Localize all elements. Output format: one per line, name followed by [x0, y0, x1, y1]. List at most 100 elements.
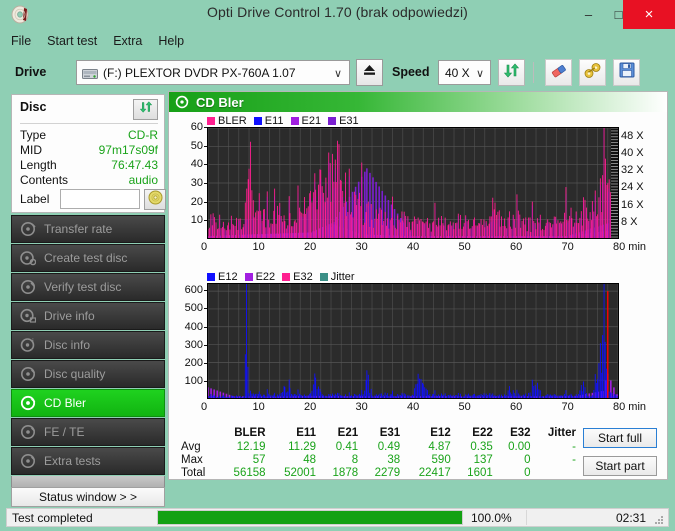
stats-corner	[179, 426, 218, 440]
stats-cell: -	[572, 453, 576, 466]
resize-grip[interactable]	[653, 512, 664, 524]
x-tick-label: 20	[304, 241, 317, 253]
progress-bar	[157, 510, 463, 525]
sidebar-item-cd-bler[interactable]: CD Bler	[11, 389, 165, 417]
stats-col-e11: E11	[296, 426, 317, 439]
y-tick-mark	[204, 290, 207, 292]
disc-panel-title: Disc	[20, 100, 47, 114]
y-tick-mark	[204, 201, 207, 203]
stats-row-max: Max 57 48 8 38 590 137 0 -	[179, 453, 579, 466]
stats-cell: 137	[473, 453, 493, 466]
disc-bler-icon	[175, 95, 189, 109]
sidebar-label: FE / TE	[44, 425, 85, 439]
drive-select[interactable]: (F:) PLEXTOR DVDR PX-760A 1.07 ∨	[76, 60, 350, 85]
eject-button[interactable]	[356, 59, 383, 86]
chevron-down-icon: ∨	[475, 68, 484, 80]
stats-col-e21: E21	[337, 426, 359, 439]
menu-item-extra[interactable]: Extra	[113, 32, 151, 50]
stats-col-e31: E31	[379, 426, 401, 439]
disc-refresh-button[interactable]	[133, 99, 158, 120]
y-tick-label: 50	[190, 139, 203, 152]
x-tick-label: 80 min	[613, 241, 647, 253]
stats-cell: 1878	[332, 466, 359, 479]
status-text: Test completed	[12, 510, 93, 525]
sidebar-label: Transfer rate	[44, 222, 113, 236]
sidebar-item-extra-tests[interactable]: Extra tests	[11, 447, 165, 475]
menu-item-file[interactable]: File	[11, 32, 40, 50]
sidebar-item-disc-quality[interactable]: Disc quality	[11, 360, 165, 388]
x-tick-label: 40	[407, 401, 420, 413]
speed-tick-label: 16 X	[621, 198, 644, 211]
sidebar-label: Drive info	[44, 309, 95, 323]
disc-label-input[interactable]	[60, 189, 140, 209]
disc-panel-divider	[20, 123, 158, 124]
sidebar-item-create-test-disc[interactable]: Create test disc	[11, 244, 165, 272]
disc-drive-icon	[20, 308, 37, 324]
disc-row-length: Length 76:47.43	[20, 158, 158, 174]
sidebar-label: CD Bler	[44, 396, 87, 410]
stats-cell: 48	[303, 453, 317, 466]
x-tick-label: 70	[561, 241, 574, 253]
refresh-button[interactable]	[498, 59, 525, 86]
eraser-icon	[550, 62, 568, 84]
y-tick-label: 400	[184, 320, 203, 333]
sidebar-nav: Transfer rate Create test disc Verify te…	[11, 215, 165, 491]
sidebar-item-drive-info[interactable]: Drive info	[11, 302, 165, 330]
speed-select[interactable]: 40 X ∨	[438, 60, 491, 85]
stats-cell: 57	[252, 453, 266, 466]
menu-item-start-test[interactable]: Start test	[47, 32, 106, 50]
main-panel-title: CD Bler	[196, 94, 244, 110]
legend-label: E11	[264, 114, 284, 127]
sidebar-item-disc-info[interactable]: i Disc info	[11, 331, 165, 359]
eject-icon	[362, 63, 377, 82]
refresh-icon	[503, 62, 520, 84]
sidebar-item-transfer-rate[interactable]: Transfer rate	[11, 215, 165, 243]
menu-item-help[interactable]: Help	[158, 32, 193, 50]
stats-cell: 22417	[418, 466, 451, 479]
speed-tick-label: 48 X	[621, 129, 644, 142]
save-button[interactable]	[613, 59, 640, 86]
stats-row-label: Avg	[181, 440, 201, 453]
disc-type-label: Type	[20, 128, 47, 142]
y-tick-label: 300	[184, 338, 203, 351]
x-tick-label: 0	[201, 401, 208, 413]
title-bar: Opti Drive Control 1.70 (brak odpowiedzi…	[0, 0, 675, 29]
status-window-button[interactable]: Status window > >	[11, 487, 165, 507]
legend-item-e21: E21	[290, 115, 321, 127]
cd-bler-e1x-chart: E12 E22 E32 Jitter 100 200 300 400 500 600 0 1…	[179, 270, 657, 420]
statistics-table: BLER E11 E21 E31 E12 E22 E32 Jitter Avg …	[179, 426, 579, 479]
x-tick-label: 0	[201, 241, 208, 253]
x-tick-label: 80 min	[613, 401, 647, 413]
cd-bler-plot	[207, 127, 619, 239]
sidebar-item-fe-te[interactable]: FE / TE	[11, 418, 165, 446]
stats-col-e32: E32	[510, 426, 531, 439]
stats-col-jitter: Jitter	[547, 426, 576, 439]
stats-col-e22: E22	[472, 426, 493, 439]
y-tick-label: 30	[190, 177, 203, 189]
y-tick-mark	[204, 344, 207, 346]
speed-label: Speed	[392, 65, 430, 79]
disc-label-read-button[interactable]	[144, 189, 166, 210]
close-button[interactable]: ×	[623, 0, 675, 29]
legend-item-jitter: Jitter	[319, 271, 355, 283]
legend-item-e12: E12	[207, 271, 238, 283]
y-tick-mark	[204, 308, 207, 310]
disc-row-mid: MID 97m17s09f	[20, 143, 158, 159]
cd-bler-e1x-plot	[207, 283, 619, 399]
erase-button[interactable]	[545, 59, 572, 86]
tools-button[interactable]	[579, 59, 606, 86]
stats-cell: 2279	[374, 466, 401, 479]
x-tick-label: 20	[304, 401, 317, 413]
speed-tick-label: 24 X	[621, 181, 644, 194]
disc-mid-label: MID	[20, 143, 42, 157]
start-full-button[interactable]: Start full	[583, 428, 657, 448]
start-part-button[interactable]: Start part	[583, 456, 657, 476]
disc-bler-icon	[20, 395, 36, 411]
sidebar-item-verify-test-disc[interactable]: Verify test disc	[11, 273, 165, 301]
legend-item-e22: E22	[244, 271, 275, 283]
legend-item-e32: E32	[282, 271, 313, 283]
x-tick-label: 50	[458, 241, 471, 253]
stats-cell: -	[572, 440, 576, 453]
drive-label: Drive	[15, 65, 47, 79]
stats-cell: 0	[524, 453, 531, 466]
